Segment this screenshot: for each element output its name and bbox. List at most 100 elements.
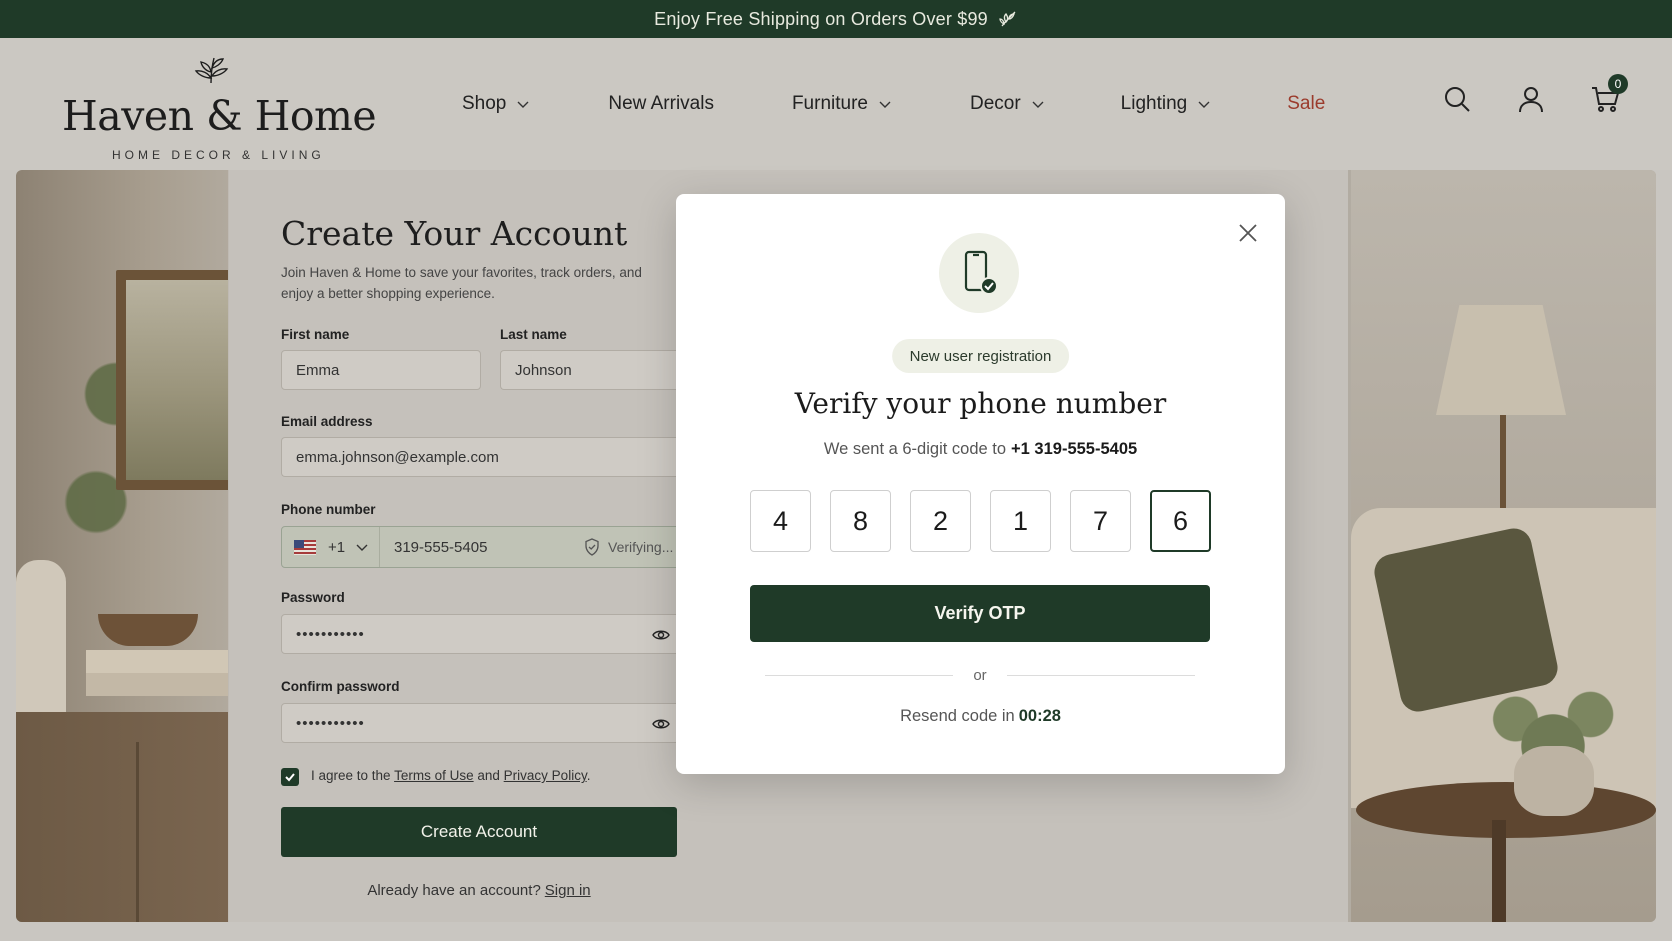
us-flag-icon	[294, 539, 316, 555]
nav-label: New Arrivals	[608, 93, 714, 114]
modal-subtitle-text: We sent a 6-digit code to	[823, 440, 1007, 458]
resend-text: Resend code in	[900, 707, 1015, 725]
cabinet-door-seam	[136, 742, 139, 922]
chevron-down-icon	[356, 544, 368, 551]
otp-digit-3[interactable]: 2	[910, 490, 971, 552]
first-name-field[interactable]: Emma	[281, 350, 481, 390]
leaf-icon	[999, 11, 1016, 27]
nav-label: Furniture	[791, 93, 868, 114]
plant-pot	[1514, 746, 1594, 816]
modal-title: Verify your phone number	[794, 387, 1167, 420]
divider-line	[1006, 675, 1195, 676]
announcement-text: Enjoy Free Shipping on Orders Over $99	[654, 8, 988, 29]
country-code: +1	[328, 538, 346, 556]
form-title: Create Your Account	[281, 214, 628, 253]
nav-item-lighting[interactable]: Lighting	[1121, 93, 1212, 115]
chevron-down-icon	[1198, 101, 1210, 108]
nav-label: Shop	[462, 93, 507, 114]
otp-digit-5[interactable]: 7	[1070, 490, 1131, 552]
sprig-icon	[194, 57, 229, 84]
nav-label: Sale	[1287, 93, 1326, 114]
nav-item-new-arrivals[interactable]: New Arrivals	[608, 93, 714, 115]
nav-item-shop[interactable]: Shop	[462, 93, 530, 115]
nav-label: Decor	[969, 93, 1021, 114]
modal-subtitle: We sent a 6-digit code to +1 319-555-5405	[676, 440, 1285, 459]
phone-number: 319-555-5405	[394, 538, 488, 556]
shield-check-icon	[585, 538, 599, 556]
close-icon[interactable]	[1237, 222, 1259, 244]
or-divider: or	[765, 667, 1195, 684]
phone-check-icon	[964, 250, 998, 295]
user-icon[interactable]	[1516, 84, 1546, 114]
signin-prompt-text: Already have an account?	[367, 882, 541, 899]
otp-digit-2[interactable]: 8	[830, 490, 891, 552]
otp-modal: New user registration Verify your phone …	[676, 194, 1285, 774]
privacy-link[interactable]: Privacy Policy	[504, 768, 587, 783]
phone-verify-badge	[939, 233, 1019, 313]
terms-link[interactable]: Terms of Use	[394, 768, 474, 783]
password-value: •••••••••••	[296, 625, 365, 643]
resend-timer: 00:28	[1018, 707, 1061, 725]
or-text: or	[973, 667, 987, 684]
header-actions: 0	[1398, 74, 1628, 114]
confirm-password-value: •••••••••••	[296, 714, 365, 732]
site-header: Haven & Home HOME DECOR & LIVING Shop Ne…	[0, 38, 1672, 170]
password-label: Password	[281, 590, 345, 605]
otp-inputs: 4 8 2 1 7 6	[750, 490, 1211, 552]
announcement-bar: Enjoy Free Shipping on Orders Over $99	[0, 0, 1672, 38]
cart-count-badge: 0	[1608, 74, 1628, 94]
agree-and: and	[477, 768, 500, 783]
checkmark-icon	[285, 773, 295, 782]
phone-status-text: Verifying...	[608, 539, 674, 555]
table-leg	[1492, 820, 1506, 922]
nav-item-furniture[interactable]: Furniture	[792, 93, 892, 115]
signin-prompt: Already have an account? Sign in	[281, 882, 677, 899]
password-field[interactable]: •••••••••••	[281, 614, 681, 654]
phone-status: Verifying...	[584, 538, 673, 556]
chevron-down-icon	[517, 101, 529, 108]
cart-button[interactable]: 0	[1590, 74, 1628, 114]
vase	[16, 560, 66, 730]
otp-digit-4[interactable]: 1	[990, 490, 1051, 552]
nav-item-decor[interactable]: Decor	[970, 93, 1045, 115]
country-code-select[interactable]: +1	[282, 527, 380, 567]
phone-field[interactable]: +1 319-555-5405 Verifying...	[281, 526, 681, 568]
verify-otp-button[interactable]: Verify OTP	[750, 585, 1210, 642]
chevron-down-icon	[879, 101, 891, 108]
wooden-cabinet	[16, 712, 246, 922]
agree-text: I agree to the Terms of Use and Privacy …	[311, 768, 590, 783]
coffee-table	[1356, 782, 1656, 838]
eye-icon[interactable]	[652, 715, 670, 733]
create-account-button[interactable]: Create Account	[281, 807, 677, 857]
confirm-password-field[interactable]: •••••••••••	[281, 703, 681, 743]
confirm-password-label: Confirm password	[281, 679, 400, 694]
resend-code: Resend code in 00:28	[676, 707, 1285, 726]
modal-phone: +1 319-555-5405	[1011, 440, 1138, 458]
main-nav: Shop New Arrivals Furniture Decor Lighti…	[462, 38, 1325, 170]
brand-name: Haven & Home	[62, 92, 377, 140]
landscape-painting	[126, 280, 241, 480]
otp-digit-6[interactable]: 6	[1150, 490, 1211, 552]
last-name-label: Last name	[500, 327, 567, 342]
email-label: Email address	[281, 414, 373, 429]
chevron-down-icon	[1032, 101, 1044, 108]
email-field[interactable]: emma.johnson@example.com	[281, 437, 681, 477]
nav-label: Lighting	[1120, 93, 1188, 114]
wooden-bowl	[98, 614, 198, 646]
agree-prefix: I agree to the	[311, 768, 391, 783]
agree-checkbox[interactable]	[281, 768, 299, 786]
brand-tagline: HOME DECOR & LIVING	[112, 148, 325, 162]
otp-digit-1[interactable]: 4	[750, 490, 811, 552]
nav-item-sale[interactable]: Sale	[1287, 93, 1325, 115]
book-stack	[86, 650, 236, 696]
search-icon[interactable]	[1442, 84, 1472, 114]
agree-suffix: .	[586, 768, 591, 783]
first-name-label: First name	[281, 327, 350, 342]
divider-line	[765, 675, 954, 676]
eye-icon[interactable]	[652, 626, 670, 644]
form-subtitle: Join Haven & Home to save your favorites…	[281, 265, 642, 301]
last-name-field[interactable]: Johnson	[500, 350, 681, 390]
signin-link[interactable]: Sign in	[545, 882, 591, 899]
phone-label: Phone number	[281, 502, 376, 517]
brand-logo[interactable]: Haven & Home HOME DECOR & LIVING	[62, 54, 377, 162]
